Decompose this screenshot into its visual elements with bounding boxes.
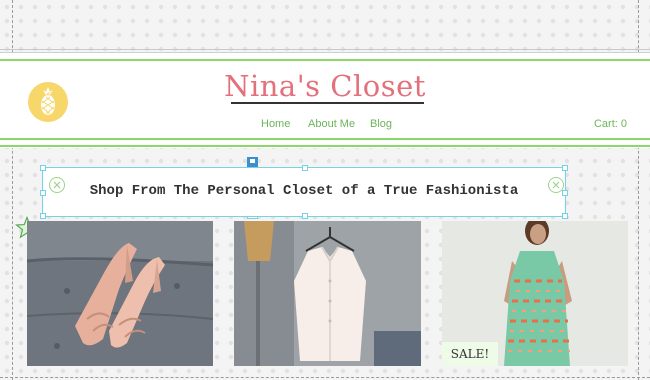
banner-text-box[interactable]: Shop From The Personal Closet of a True … bbox=[40, 165, 568, 219]
header-green-line bbox=[0, 59, 650, 61]
nav-blog[interactable]: Blog bbox=[370, 118, 392, 130]
close-icon-right[interactable] bbox=[548, 177, 564, 193]
anchor-top-icon[interactable] bbox=[247, 157, 258, 167]
close-icon-left[interactable] bbox=[49, 177, 65, 193]
header-green-line-bottom-2 bbox=[0, 145, 650, 147]
product-image-blouse[interactable] bbox=[234, 221, 421, 366]
header-line bbox=[0, 52, 650, 53]
cart-link[interactable]: Cart: 0 bbox=[594, 118, 627, 130]
product-image-sandals[interactable] bbox=[27, 221, 213, 366]
resize-handle-bc[interactable] bbox=[302, 213, 308, 219]
guide-line-bottom bbox=[0, 377, 650, 378]
resize-handle-bl[interactable] bbox=[40, 213, 46, 219]
site-header: Nina's Closet Home About Me Blog Cart: 0 bbox=[0, 49, 650, 148]
nav-about-me[interactable]: About Me bbox=[308, 118, 355, 130]
sale-badge: SALE! bbox=[442, 342, 498, 366]
resize-handle-ml[interactable] bbox=[40, 190, 46, 196]
resize-handle-mr[interactable] bbox=[562, 190, 568, 196]
resize-handle-tr[interactable] bbox=[562, 165, 568, 171]
title-underline bbox=[231, 102, 424, 104]
site-title[interactable]: Nina's Closet bbox=[0, 69, 650, 103]
resize-handle-tc[interactable] bbox=[302, 165, 308, 171]
banner-tagline[interactable]: Shop From The Personal Closet of a True … bbox=[43, 183, 565, 199]
resize-handle-br[interactable] bbox=[562, 213, 568, 219]
header-top-line bbox=[0, 49, 650, 50]
resize-handle-tl[interactable] bbox=[40, 165, 46, 171]
nav-home[interactable]: Home bbox=[261, 118, 290, 130]
header-green-line-bottom bbox=[0, 138, 650, 140]
